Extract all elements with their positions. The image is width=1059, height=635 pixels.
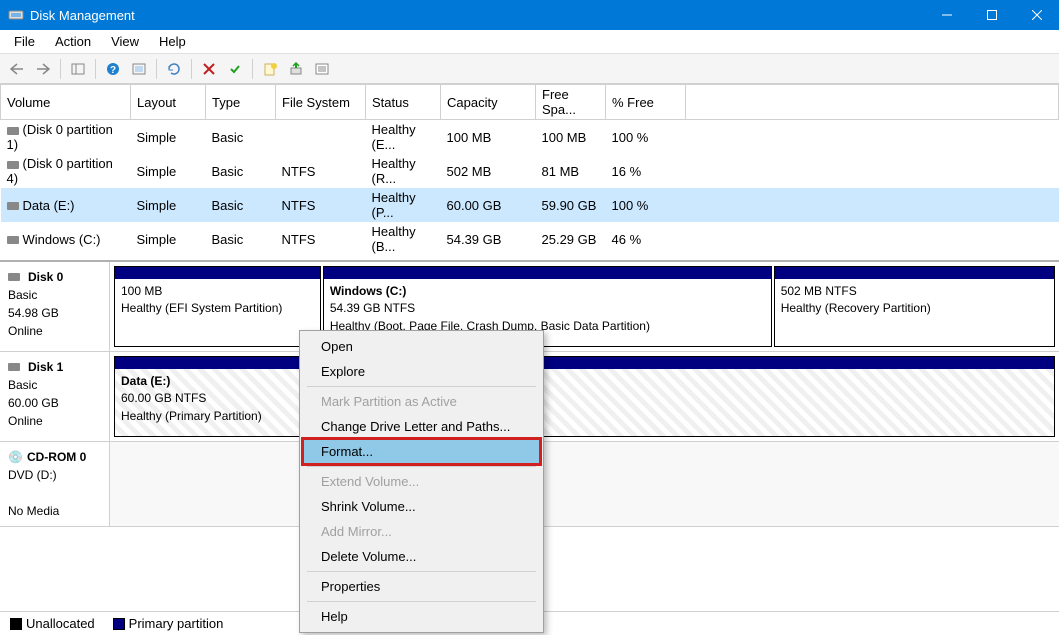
volume-row[interactable]: (Disk 0 partition 1)SimpleBasicHealthy (… bbox=[1, 120, 1059, 155]
disk-icon bbox=[8, 363, 20, 371]
volume-list: Volume Layout Type File System Status Ca… bbox=[0, 84, 1059, 256]
volume-row[interactable]: Windows (C:)SimpleBasicNTFSHealthy (B...… bbox=[1, 222, 1059, 256]
ctx-mark-active: Mark Partition as Active bbox=[303, 389, 540, 414]
close-button[interactable] bbox=[1014, 0, 1059, 30]
ctx-properties[interactable]: Properties bbox=[303, 574, 540, 599]
toolbar-separator bbox=[252, 59, 253, 79]
col-type[interactable]: Type bbox=[206, 85, 276, 120]
col-volume[interactable]: Volume bbox=[1, 85, 131, 120]
ctx-delete[interactable]: Delete Volume... bbox=[303, 544, 540, 569]
legend-primary-icon bbox=[113, 618, 125, 630]
volume-icon bbox=[7, 127, 19, 135]
back-button[interactable] bbox=[6, 58, 28, 80]
col-layout[interactable]: Layout bbox=[131, 85, 206, 120]
col-status[interactable]: Status bbox=[366, 85, 441, 120]
partition-block[interactable]: 100 MBHealthy (EFI System Partition) bbox=[114, 266, 321, 347]
toolbar: ? bbox=[0, 54, 1059, 84]
menu-bar: File Action View Help bbox=[0, 30, 1059, 54]
forward-button[interactable] bbox=[32, 58, 54, 80]
legend-unallocated-icon bbox=[10, 618, 22, 630]
maximize-button[interactable] bbox=[969, 0, 1014, 30]
menu-view[interactable]: View bbox=[101, 32, 149, 51]
delete-button[interactable] bbox=[198, 58, 220, 80]
menu-action[interactable]: Action bbox=[45, 32, 101, 51]
disk-label[interactable]: Disk 0 Basic 54.98 GB Online bbox=[0, 262, 110, 351]
disk-label[interactable]: 💿CD-ROM 0 DVD (D:) No Media bbox=[0, 442, 110, 526]
toolbar-separator bbox=[60, 59, 61, 79]
toolbar-separator bbox=[95, 59, 96, 79]
minimize-button[interactable] bbox=[924, 0, 969, 30]
window-controls bbox=[924, 0, 1059, 30]
refresh-button[interactable] bbox=[163, 58, 185, 80]
legend-unallocated-label: Unallocated bbox=[26, 616, 95, 631]
ctx-open[interactable]: Open bbox=[303, 334, 540, 359]
legend-primary-label: Primary partition bbox=[129, 616, 224, 631]
check-button[interactable] bbox=[224, 58, 246, 80]
toolbar-separator bbox=[191, 59, 192, 79]
show-hide-button[interactable] bbox=[67, 58, 89, 80]
ctx-change-letter[interactable]: Change Drive Letter and Paths... bbox=[303, 414, 540, 439]
partition-block[interactable]: Data (E:)60.00 GB NTFSHealthy (Primary P… bbox=[114, 356, 1055, 437]
settings-button[interactable] bbox=[128, 58, 150, 80]
volume-icon bbox=[7, 202, 19, 210]
context-menu: Open Explore Mark Partition as Active Ch… bbox=[299, 330, 544, 633]
svg-text:?: ? bbox=[110, 65, 116, 76]
col-pctfree[interactable]: % Free bbox=[606, 85, 686, 120]
ctx-explore[interactable]: Explore bbox=[303, 359, 540, 384]
ctx-help[interactable]: Help bbox=[303, 604, 540, 629]
window-title: Disk Management bbox=[30, 8, 924, 23]
disk-label[interactable]: Disk 1 Basic 60.00 GB Online bbox=[0, 352, 110, 441]
ctx-extend: Extend Volume... bbox=[303, 469, 540, 494]
ctx-shrink[interactable]: Shrink Volume... bbox=[303, 494, 540, 519]
new-button[interactable] bbox=[259, 58, 281, 80]
disk-icon bbox=[8, 273, 20, 281]
properties-button[interactable] bbox=[311, 58, 333, 80]
ctx-mirror: Add Mirror... bbox=[303, 519, 540, 544]
ctx-separator bbox=[307, 466, 536, 467]
volume-row[interactable]: Data (E:)SimpleBasicNTFSHealthy (P...60.… bbox=[1, 188, 1059, 222]
title-bar: Disk Management bbox=[0, 0, 1059, 30]
app-icon bbox=[8, 7, 24, 23]
ctx-separator bbox=[307, 601, 536, 602]
menu-file[interactable]: File bbox=[4, 32, 45, 51]
ctx-separator bbox=[307, 386, 536, 387]
attach-button[interactable] bbox=[285, 58, 307, 80]
volume-row[interactable]: (Disk 0 partition 4)SimpleBasicNTFSHealt… bbox=[1, 154, 1059, 188]
cdrom-icon: 💿 bbox=[8, 448, 23, 466]
col-free[interactable]: Free Spa... bbox=[536, 85, 606, 120]
help-button[interactable]: ? bbox=[102, 58, 124, 80]
ctx-separator bbox=[307, 571, 536, 572]
volume-icon bbox=[7, 161, 19, 169]
volume-icon bbox=[7, 236, 19, 244]
col-capacity[interactable]: Capacity bbox=[441, 85, 536, 120]
menu-help[interactable]: Help bbox=[149, 32, 196, 51]
col-fs[interactable]: File System bbox=[276, 85, 366, 120]
ctx-format[interactable]: Format... bbox=[303, 439, 540, 464]
toolbar-separator bbox=[156, 59, 157, 79]
partition-block[interactable]: 502 MB NTFSHealthy (Recovery Partition) bbox=[774, 266, 1055, 347]
